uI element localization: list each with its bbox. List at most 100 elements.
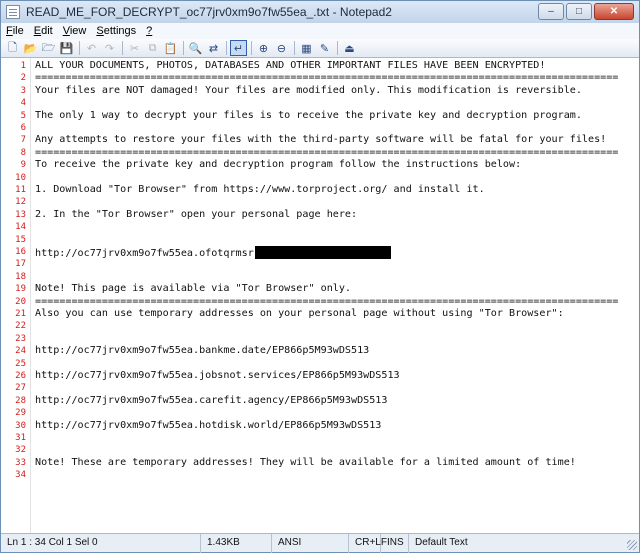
menu-item[interactable]: Settings	[91, 25, 141, 37]
toolbar-separator	[122, 41, 123, 55]
toolbar-separator	[337, 41, 338, 55]
line-content: http://oc77jrv0xm9o7fw55ea.hotdisk.world…	[35, 420, 381, 432]
line-number: 33	[15, 457, 26, 468]
menu-accelerator: S	[96, 25, 104, 37]
new-file-icon[interactable]: 🗋	[4, 40, 21, 56]
redo-icon[interactable]: ↷	[101, 40, 118, 56]
line-number: 23	[15, 333, 26, 344]
line-number: 16	[15, 247, 26, 257]
line-text: http://oc77jrv0xm9o7fw55ea.carefit.agenc…	[35, 394, 388, 406]
exit-icon[interactable]: ⏏	[341, 40, 358, 56]
editor-line: 10	[1, 172, 639, 184]
scheme-icon[interactable]: ▦	[298, 40, 315, 56]
line-content: Your files are NOT damaged! Your files a…	[35, 85, 582, 97]
zoom-out-icon[interactable]: ⊖	[273, 40, 290, 56]
editor-line: 23	[1, 333, 639, 345]
line-content: ========================================…	[35, 296, 618, 308]
menu-label: ettings	[103, 25, 137, 37]
replace-icon[interactable]: ⇄	[205, 40, 222, 56]
status-scheme[interactable]: Default Text	[409, 534, 489, 553]
editor-line: 16 http://oc77jrv0xm9o7fw55ea.ofotqrmsr	[1, 246, 639, 259]
toolbar-separator	[183, 41, 184, 55]
menu-accelerator: E	[33, 25, 42, 37]
line-number: 14	[15, 222, 26, 233]
status-line-endings[interactable]: CR+LF	[349, 533, 387, 553]
line-text: Note! This page is available via "Tor Br…	[35, 283, 352, 295]
line-text: ========================================…	[35, 146, 619, 158]
toolbar-separator	[294, 41, 295, 55]
line-text: http://oc77jrv0xm9o7fw55ea.jobsnot.servi…	[35, 370, 400, 381]
line-number: 6	[20, 123, 26, 133]
text-editor[interactable]: 1 ALL YOUR DOCUMENTS, PHOTOS, DATABASES A…	[1, 58, 639, 533]
line-text: http://oc77jrv0xm9o7fw55ea.bankme.date/E…	[35, 345, 370, 357]
cut-icon[interactable]: ✂	[126, 40, 143, 56]
editor-line: 27	[1, 382, 639, 394]
caption-buttons: – □ ✕	[536, 3, 634, 20]
line-number: 1	[20, 61, 26, 71]
customize-icon[interactable]: ✎	[316, 40, 333, 56]
line-number: 21	[15, 309, 26, 319]
editor-line: 32	[1, 444, 639, 456]
zoom-in-icon[interactable]: ⊕	[255, 40, 272, 56]
status-encoding[interactable]: ANSI	[272, 533, 349, 553]
save-icon[interactable]: 💾	[58, 40, 75, 56]
menu-item[interactable]: View	[58, 25, 92, 37]
undo-icon[interactable]: ↶	[83, 40, 100, 56]
line-text: The only 1 way to decrypt your files is …	[35, 109, 582, 121]
maximize-button[interactable]: □	[566, 3, 592, 20]
paste-icon[interactable]: 📋	[162, 40, 179, 56]
line-number: 29	[15, 408, 26, 419]
editor-line: 15	[1, 234, 639, 246]
toolbar-separator	[79, 41, 80, 55]
line-content: ========================================…	[35, 72, 618, 84]
line-text: Note! These are temporary addresses! The…	[35, 456, 576, 468]
editor-line: 9 To receive the private key and decrypti…	[1, 159, 639, 171]
editor-line: 7 Any attempts to restore your files with…	[1, 134, 639, 146]
line-number: 20	[15, 296, 26, 307]
editor-line: 4	[1, 97, 639, 109]
minimize-button[interactable]: –	[538, 3, 564, 20]
line-number: 22	[15, 321, 26, 332]
line-content: The only 1 way to decrypt your files is …	[35, 110, 582, 122]
line-number: 8	[20, 147, 26, 158]
menu-item[interactable]: ?	[141, 25, 157, 37]
line-number: 2	[20, 73, 26, 84]
line-text: ========================================…	[35, 295, 619, 307]
editor-line: 25	[1, 358, 639, 370]
line-text: 2. In the "Tor Browser" open your person…	[35, 208, 358, 220]
title-bar[interactable]: READ_ME_FOR_DECRYPT_oc77jrv0xm9o7fw55ea_…	[1, 1, 639, 23]
close-button[interactable]: ✕	[594, 3, 634, 20]
resize-grip[interactable]	[627, 540, 637, 550]
browse-icon[interactable]: 🗁	[40, 40, 57, 56]
window-title: READ_ME_FOR_DECRYPT_oc77jrv0xm9o7fw55ea_…	[26, 5, 392, 19]
editor-line: 29	[1, 407, 639, 419]
editor-line: 2 =======================================…	[1, 72, 639, 84]
line-number: 26	[15, 371, 26, 381]
menu-label: iew	[69, 25, 87, 37]
word-wrap-icon[interactable]: ↵	[230, 40, 247, 56]
menu-item[interactable]: File	[1, 25, 29, 37]
menu-item[interactable]: Edit	[29, 25, 58, 37]
open-folder-icon[interactable]: 📂	[22, 40, 39, 56]
line-text: Also you can use temporary addresses on …	[35, 308, 564, 319]
editor-line: 11 1. Download "Tor Browser" from https:/…	[1, 184, 639, 196]
line-text: http://oc77jrv0xm9o7fw55ea.hotdisk.world…	[35, 419, 382, 431]
editor-line: 26 http://oc77jrv0xm9o7fw55ea.jobsnot.ser…	[1, 370, 639, 382]
copy-icon[interactable]: ⧉	[144, 40, 161, 56]
editor-line: 17	[1, 258, 639, 270]
line-number: 5	[20, 110, 26, 121]
menu-accelerator: V	[62, 25, 70, 37]
line-content: http://oc77jrv0xm9o7fw55ea.jobsnot.servi…	[35, 370, 400, 382]
line-text: 1. Download "Tor Browser" from https://w…	[35, 184, 485, 195]
line-number: 24	[15, 346, 26, 357]
toolbar: 🗋 📂 🗁 💾 ↶ ↷ ✂ ⧉ 📋 🔍 ⇄ ↵ ⊕ ⊖ ▦ ✎ ⏏	[1, 39, 639, 58]
line-number: 27	[15, 383, 26, 394]
notepad-app-icon[interactable]	[6, 5, 20, 19]
find-icon[interactable]: 🔍	[187, 40, 204, 56]
line-text: ALL YOUR DOCUMENTS, PHOTOS, DATABASES AN…	[35, 60, 546, 71]
line-content: To receive the private key and decryptio…	[35, 159, 521, 171]
editor-line: 1 ALL YOUR DOCUMENTS, PHOTOS, DATABASES A…	[1, 60, 639, 72]
line-number: 9	[20, 160, 26, 171]
editor-line: 21 Also you can use temporary addresses o…	[1, 308, 639, 320]
editor-line: 24 http://oc77jrv0xm9o7fw55ea.bankme.date…	[1, 345, 639, 357]
